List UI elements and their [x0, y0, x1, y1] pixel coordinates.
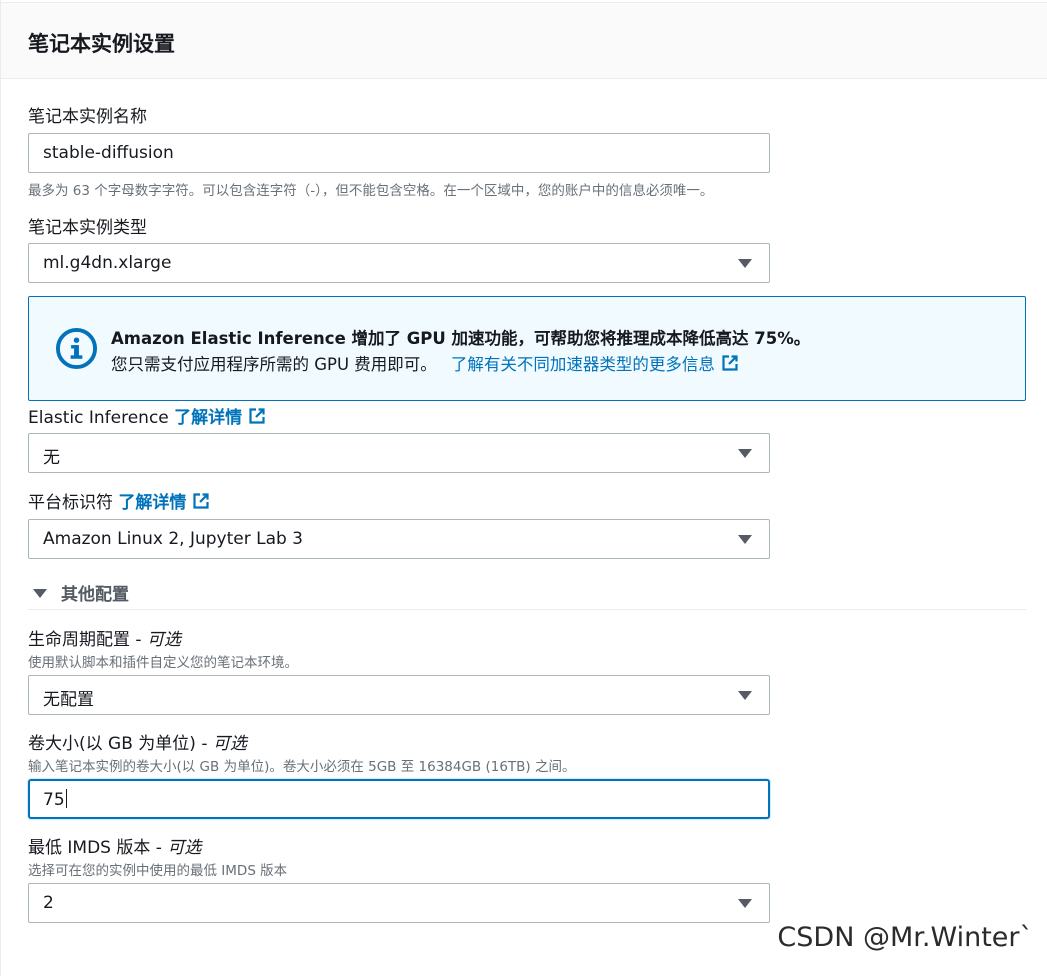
text-cursor — [65, 789, 67, 808]
lifecycle-select[interactable]: 无配置 — [28, 675, 770, 715]
elastic-inference-info-alert: Amazon Elastic Inference 增加了 GPU 加速功能，可帮… — [28, 296, 1026, 401]
platform-select[interactable]: Amazon Linux 2, Jupyter Lab 3 — [28, 519, 770, 559]
external-link-icon — [722, 355, 738, 371]
lifecycle-label: 生命周期配置 - 可选 — [28, 630, 181, 650]
imds-label-text: 最低 IMDS 版本 — [28, 838, 151, 858]
volume-optional-tag: 可选 — [212, 734, 247, 754]
caret-down-icon — [33, 589, 47, 598]
caret-down-icon — [738, 449, 752, 458]
instance-name-value: stable-diffusion — [43, 143, 174, 163]
volume-label: 卷大小(以 GB 为单位) - 可选 — [28, 734, 247, 754]
caret-down-icon — [738, 259, 752, 268]
notebook-instance-settings-panel: 笔记本实例设置 笔记本实例名称 stable-diffusion 最多为 63 … — [0, 0, 1047, 976]
info-alert-body: 您只需支付应用程序所需的 GPU 费用即可。 了解有关不同加速器类型的更多信息 — [111, 351, 739, 375]
instance-name-label: 笔记本实例名称 — [28, 107, 147, 127]
instance-type-label: 笔记本实例类型 — [28, 218, 147, 238]
lifecycle-label-text: 生命周期配置 — [28, 630, 130, 650]
volume-size-input[interactable]: 75 — [28, 779, 770, 819]
elastic-inference-value: 无 — [43, 448, 60, 468]
elastic-inference-learn-more-text: 了解详情 — [174, 408, 243, 428]
platform-learn-more-link[interactable]: 了解详情 — [118, 493, 210, 513]
imds-version-value: 2 — [43, 893, 54, 913]
panel-header: 笔记本实例设置 — [1, 2, 1047, 79]
additional-config-toggle[interactable]: 其他配置 — [33, 580, 129, 605]
imds-label: 最低 IMDS 版本 - 可选 — [28, 838, 202, 858]
lifecycle-value: 无配置 — [43, 690, 94, 710]
panel-title: 笔记本实例设置 — [28, 32, 175, 56]
imds-hint: 选择可在您的实例中使用的最低 IMDS 版本 — [28, 863, 288, 879]
imds-version-select[interactable]: 2 — [28, 883, 770, 923]
volume-size-value: 75 — [43, 789, 67, 810]
instance-type-value: ml.g4dn.xlarge — [43, 253, 172, 273]
elastic-inference-select[interactable]: 无 — [28, 433, 770, 473]
info-circle-icon — [55, 327, 98, 370]
accelerator-types-link[interactable]: 了解有关不同加速器类型的更多信息 — [451, 355, 739, 374]
imds-optional-tag: 可选 — [167, 838, 202, 858]
lifecycle-hint: 使用默认脚本和插件自定义您的笔记本环境。 — [28, 655, 298, 671]
external-link-icon — [193, 493, 210, 509]
caret-down-icon — [738, 691, 752, 700]
instance-name-input[interactable]: stable-diffusion — [28, 133, 770, 173]
elastic-inference-label-text: Elastic Inference — [28, 408, 169, 428]
elastic-inference-learn-more-link[interactable]: 了解详情 — [174, 408, 266, 428]
info-alert-body-text: 您只需支付应用程序所需的 GPU 费用即可。 — [111, 355, 437, 374]
accelerator-types-link-text: 了解有关不同加速器类型的更多信息 — [450, 355, 715, 374]
section-divider — [28, 609, 1026, 610]
elastic-inference-label: Elastic Inference 了解详情 — [28, 403, 266, 428]
instance-type-select[interactable]: ml.g4dn.xlarge — [28, 243, 770, 283]
lifecycle-optional-tag: 可选 — [146, 630, 181, 650]
platform-label: 平台标识符 了解详情 — [28, 488, 210, 513]
volume-hint: 输入笔记本实例的卷大小(以 GB 为单位)。卷大小必须在 5GB 至 16384… — [28, 759, 576, 775]
info-alert-headline: Amazon Elastic Inference 增加了 GPU 加速功能，可帮… — [111, 329, 811, 348]
platform-value: Amazon Linux 2, Jupyter Lab 3 — [43, 529, 303, 549]
caret-down-icon — [738, 899, 752, 908]
instance-name-hint: 最多为 63 个字母数字字符。可以包含连字符（-），但不能包含空格。在一个区域中… — [28, 183, 714, 199]
platform-learn-more-text: 了解详情 — [118, 493, 187, 513]
volume-size-text: 75 — [43, 790, 65, 810]
additional-config-title: 其他配置 — [61, 585, 129, 605]
caret-down-icon — [738, 535, 752, 544]
platform-label-text: 平台标识符 — [28, 493, 113, 513]
volume-label-text: 卷大小(以 GB 为单位) — [28, 734, 196, 754]
csdn-watermark: CSDN @Mr.Winter` — [777, 922, 1033, 953]
external-link-icon — [249, 408, 265, 424]
